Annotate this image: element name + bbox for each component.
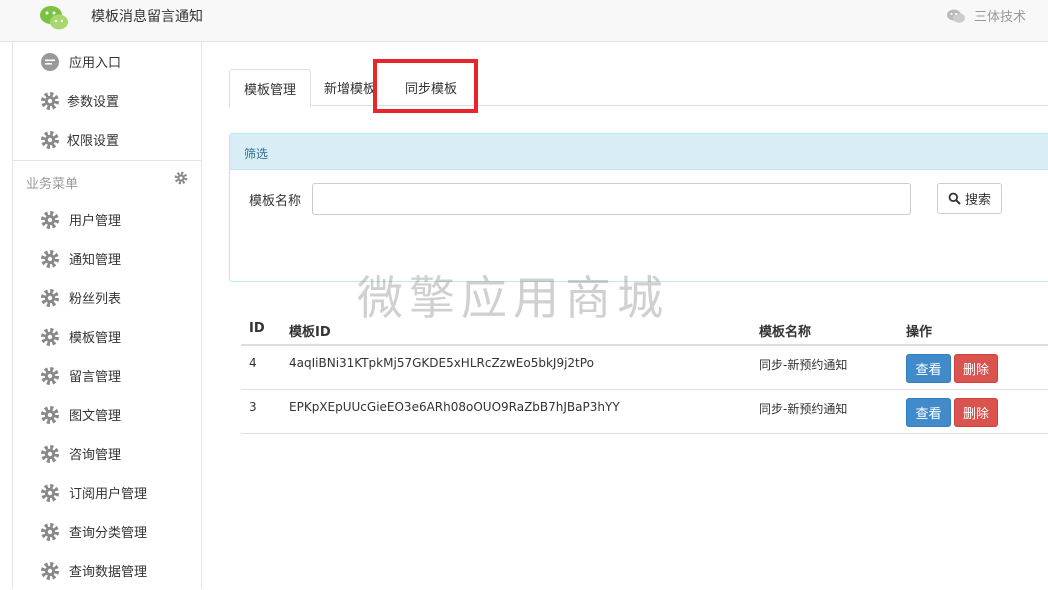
sidebar-item-2[interactable]: 粉丝列表: [13, 278, 201, 317]
panel-heading: 筛选: [230, 134, 1048, 170]
sidebar-item-label: 权限设置: [67, 134, 120, 149]
delete-button[interactable]: 删除: [954, 354, 998, 383]
gear-icon: [41, 327, 59, 346]
tab-label: 新增模板: [324, 82, 377, 97]
account-menu[interactable]: 三体技术: [946, 6, 1026, 25]
sidebar-item-label: 图文管理: [69, 409, 122, 424]
gear-icon: [41, 210, 59, 229]
sidebar-section-business: 业务菜单: [13, 160, 201, 200]
gear-icon: [41, 249, 59, 268]
sidebar-item-label: 查询分类管理: [69, 526, 148, 541]
sidebar-item-0[interactable]: 用户管理: [13, 200, 201, 239]
gear-icon: [41, 91, 59, 110]
table-header: ID 模板ID 模板名称 操作: [241, 312, 1048, 346]
gear-icon: [41, 366, 59, 385]
highlight-box: [373, 59, 478, 113]
sidebar-item-label: 参数设置: [67, 95, 120, 110]
sidebar-item-label: 应用入口: [69, 56, 122, 71]
col-template-id: 模板ID: [289, 325, 331, 340]
tab-template-manage[interactable]: 模板管理: [229, 69, 312, 107]
gear-icon: [41, 444, 59, 463]
sidebar-item-label: 咨询管理: [69, 448, 122, 463]
col-actions: 操作: [906, 325, 933, 340]
view-button[interactable]: 查看: [906, 398, 951, 427]
table-row: 3 EPKpXEpUUcGieEO3e6ARh08oOUO9RaZbB7hJBa…: [241, 390, 1048, 434]
table-row: 4 4aqIiBNi31KTpkMj57GKDE5xHLRcZzwEo5bkJ9…: [241, 346, 1048, 390]
cell-template-name: 同步-新预约通知: [759, 358, 848, 372]
sidebar-item-8[interactable]: 查询分类管理: [13, 512, 201, 551]
chat-icon: [41, 52, 59, 71]
search-button[interactable]: 搜索: [937, 183, 1002, 214]
sidebar-item-6[interactable]: 咨询管理: [13, 434, 201, 473]
section-title: 业务菜单: [26, 177, 79, 192]
account-name: 三体技术: [973, 10, 1026, 25]
sidebar-item-label: 订阅用户管理: [69, 487, 148, 502]
gear-icon: [41, 483, 59, 502]
sidebar-item-7[interactable]: 订阅用户管理: [13, 473, 201, 512]
sidebar-item-3[interactable]: 模板管理: [13, 317, 201, 356]
sidebar-item-5[interactable]: 图文管理: [13, 395, 201, 434]
sidebar-item-label: 留言管理: [69, 370, 122, 385]
cell-id: 4: [249, 356, 257, 370]
sidebar-item-app-entry[interactable]: 应用入口: [13, 42, 201, 81]
cell-id: 3: [249, 400, 257, 414]
search-label: 搜索: [964, 193, 991, 208]
gear-icon: [41, 405, 59, 424]
gear-icon: [41, 288, 59, 307]
gear-icon: [41, 130, 59, 149]
col-id: ID: [249, 321, 265, 336]
view-button[interactable]: 查看: [906, 354, 951, 383]
template-name-label: 模板名称: [249, 194, 302, 209]
sidebar-item-label: 模板管理: [69, 331, 122, 346]
sidebar-item-params[interactable]: 参数设置: [13, 81, 201, 120]
delete-button[interactable]: 删除: [954, 398, 998, 427]
gear-icon: [41, 561, 59, 580]
top-bar: 模板消息留言通知 三体技术: [0, 0, 1048, 42]
sidebar-item-label: 用户管理: [69, 214, 122, 229]
sidebar-item-permissions[interactable]: 权限设置: [13, 120, 201, 159]
cell-template-name: 同步-新预约通知: [759, 402, 848, 416]
cell-template-id: EPKpXEpUUcGieEO3e6ARh08oOUO9RaZbB7hJBaP3…: [289, 400, 620, 414]
tab-bar: 模板管理 新增模板 同步模板: [229, 69, 1048, 107]
sidebar-item-label: 查询数据管理: [69, 565, 148, 580]
sidebar-item-label: 粉丝列表: [69, 292, 122, 307]
sidebar-item-1[interactable]: 通知管理: [13, 239, 201, 278]
col-template-name: 模板名称: [759, 325, 812, 340]
sidebar-item-label: 通知管理: [69, 253, 122, 268]
filter-panel: 筛选 模板名称 搜索: [229, 133, 1048, 282]
wechat-logo-icon[interactable]: [38, 2, 70, 34]
gear-icon: [41, 522, 59, 541]
template-name-input[interactable]: [312, 183, 911, 215]
sidebar-item-4[interactable]: 留言管理: [13, 356, 201, 395]
tab-label: 模板管理: [244, 82, 297, 98]
wechat-icon: [946, 9, 965, 23]
search-icon: [948, 192, 961, 205]
gear-icon[interactable]: [174, 171, 188, 185]
app-title: 模板消息留言通知: [91, 9, 203, 25]
sidebar-item-9[interactable]: 查询数据管理: [13, 551, 201, 590]
sidebar: 应用入口 参数设置 权限设置 业务菜单 用户管理通知管理粉丝列表模板管理留言管理…: [12, 42, 202, 589]
cell-template-id: 4aqIiBNi31KTpkMj57GKDE5xHLRcZzwEo5bkJ9j2…: [289, 356, 594, 370]
